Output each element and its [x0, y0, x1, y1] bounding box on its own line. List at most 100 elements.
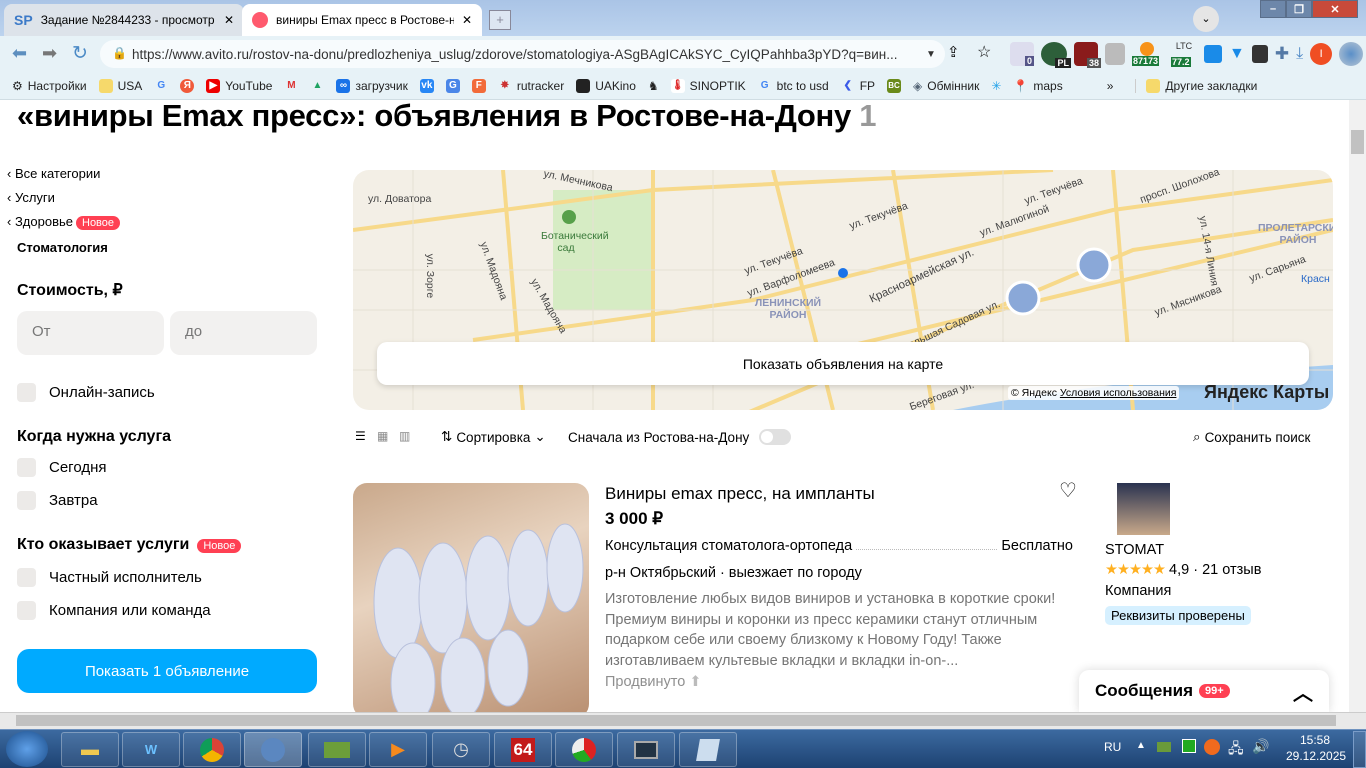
local-first-toggle[interactable]: Сначала из Ростова-на-Дону: [568, 429, 792, 445]
listing-title[interactable]: Виниры emax пресс, на импланты: [605, 484, 875, 504]
online-booking-checkbox[interactable]: Онлайн-запись: [17, 383, 155, 402]
tray-board-icon[interactable]: [1157, 742, 1171, 752]
other-bookmarks[interactable]: Другие закладки: [1135, 78, 1257, 93]
tab-task[interactable]: SP Задание №2844233 - просмотр з ✕: [4, 4, 244, 36]
profile-avatar[interactable]: I: [1310, 43, 1333, 65]
bookmark-bc[interactable]: BC: [887, 78, 902, 93]
address-bar[interactable]: 🔒 https://www.avito.ru/rostov-na-donu/pr…: [100, 40, 945, 68]
sort-dropdown[interactable]: ⇅ Сортировка ⌄: [441, 429, 546, 445]
taskbar-media[interactable]: ▶: [369, 732, 427, 767]
checkbox[interactable]: [17, 601, 36, 620]
show-results-button[interactable]: Показать 1 объявление: [17, 649, 317, 693]
taskbar-green-app[interactable]: [308, 732, 366, 767]
favorite-heart-icon[interactable]: ♡: [1059, 478, 1077, 503]
save-search-button[interactable]: ⌕ Сохранить поиск: [1193, 429, 1310, 445]
taskbar-chart-app[interactable]: [555, 732, 613, 767]
checkbox[interactable]: [17, 458, 36, 477]
show-on-map-button[interactable]: Показать объявления на карте: [377, 342, 1309, 385]
crumb-health[interactable]: ‹ Здоровье Новое: [7, 214, 121, 230]
seller-name[interactable]: STOMAT: [1105, 542, 1164, 558]
minimize-button[interactable]: –: [1260, 0, 1286, 18]
bookmark-btc-usd[interactable]: Gbtc to usd: [758, 79, 829, 93]
btc-extension-icon[interactable]: 87173: [1132, 42, 1164, 66]
bookmark-maps[interactable]: 📍 maps: [1013, 79, 1062, 93]
bookmark-loader[interactable]: ∞ загрузчик: [336, 78, 408, 93]
taskbar-globe[interactable]: [244, 732, 302, 767]
seller-avatar[interactable]: [1117, 483, 1170, 535]
start-button[interactable]: [6, 731, 48, 767]
ublock-extension-icon[interactable]: 38: [1074, 42, 1101, 68]
bookmark-gmail[interactable]: M: [284, 79, 298, 93]
checkbox[interactable]: [17, 568, 36, 587]
menu-gear-icon[interactable]: [1339, 42, 1364, 66]
downloads-icon[interactable]: ⤓: [1296, 45, 1303, 63]
company-checkbox[interactable]: Компания или команда: [17, 601, 211, 620]
taskbar-clock[interactable]: ◷: [432, 732, 490, 767]
bookmark-f[interactable]: F: [471, 78, 486, 93]
bookmark-usa[interactable]: USA: [98, 78, 142, 93]
new-tab-button[interactable]: +: [489, 10, 511, 30]
tab-search-button[interactable]: ⌄: [1193, 6, 1219, 32]
bookmark-youtube[interactable]: ▶ YouTube: [206, 78, 272, 93]
taskbar-explorer[interactable]: ▬: [61, 732, 119, 767]
map-marker[interactable]: [1005, 280, 1041, 316]
tomorrow-checkbox[interactable]: Завтра: [17, 491, 98, 510]
show-desktop-button[interactable]: [1353, 731, 1366, 768]
dropdown-icon[interactable]: ▼: [926, 49, 936, 60]
checkbox[interactable]: [17, 383, 36, 402]
language-indicator[interactable]: RU: [1104, 740, 1121, 754]
bookmark-translate[interactable]: G: [445, 78, 460, 93]
bookmark-star-icon[interactable]: ☆: [977, 42, 991, 62]
share-icon[interactable]: ⇪: [947, 43, 960, 61]
reload-icon[interactable]: ↻: [72, 42, 88, 65]
taskbar-monitor[interactable]: [617, 732, 675, 767]
taskbar-notepad[interactable]: [679, 732, 737, 767]
today-checkbox[interactable]: Сегодня: [17, 458, 107, 477]
bookmark-settings[interactable]: ⚙ Настройки: [12, 79, 87, 93]
bookmark-star[interactable]: ✳: [991, 79, 1001, 93]
taskbar-wise[interactable]: W: [122, 732, 180, 767]
clock-date[interactable]: 29.12.2025: [1286, 749, 1346, 763]
crumb-all-categories[interactable]: ‹ Все категории: [7, 166, 100, 181]
bookmark-exchanger[interactable]: ◈ Обмінник: [913, 79, 979, 93]
checkbox[interactable]: [17, 491, 36, 510]
close-tab-icon[interactable]: ✕: [224, 13, 234, 27]
bookmark-yandex[interactable]: Я: [180, 78, 195, 93]
volume-icon[interactable]: 🔊: [1252, 738, 1269, 755]
bookmark-google[interactable]: G: [154, 79, 168, 93]
bookmark-vk[interactable]: vk: [419, 78, 434, 93]
taskbar-aida64[interactable]: 64: [494, 732, 552, 767]
extensions-puzzle-icon[interactable]: ✚: [1275, 44, 1289, 64]
private-checkbox[interactable]: Частный исполнитель: [17, 568, 202, 587]
bookmark-fp[interactable]: ❮ FP: [841, 79, 876, 93]
back-icon[interactable]: ⬅: [12, 43, 27, 64]
map-view-icon[interactable]: ▥: [399, 429, 410, 443]
grid-view-icon[interactable]: ▦: [377, 429, 388, 443]
list-view-icon[interactable]: ☰: [355, 429, 366, 443]
close-tab-icon[interactable]: ✕: [462, 13, 472, 27]
url-text[interactable]: https://www.avito.ru/rostov-na-donu/pred…: [132, 47, 922, 62]
dark-extension-icon[interactable]: [1251, 45, 1268, 63]
tray-expand-icon[interactable]: ▲: [1136, 740, 1146, 751]
bookmark-rutracker[interactable]: ✸ rutracker: [498, 79, 565, 93]
weather-extension-icon[interactable]: 0: [1010, 42, 1034, 66]
bookmark-chess[interactable]: ♞: [648, 79, 659, 93]
clipboard-extension-icon[interactable]: [1105, 43, 1125, 65]
map-marker[interactable]: [1076, 247, 1112, 283]
tray-avast-icon[interactable]: [1204, 739, 1220, 755]
maximize-button[interactable]: ❐: [1286, 0, 1312, 18]
forward-icon[interactable]: ➡: [42, 43, 57, 64]
price-to-input[interactable]: до: [170, 311, 317, 355]
ltc-extension-icon[interactable]: LTC 77.2: [1171, 41, 1197, 67]
horizontal-scrollbar[interactable]: [0, 712, 1366, 729]
price-from-input[interactable]: От: [17, 311, 164, 355]
vertical-scrollbar[interactable]: [1349, 100, 1366, 712]
diamond-extension-icon[interactable]: ▼: [1229, 45, 1245, 63]
clock-time[interactable]: 15:58: [1300, 733, 1330, 747]
tab-avito[interactable]: виниры Emax пресс в Ростове-на ✕: [242, 4, 482, 36]
vpn-extension-icon[interactable]: PL: [1041, 42, 1071, 68]
bookmark-drive[interactable]: ▲: [310, 79, 324, 93]
close-window-button[interactable]: ✕: [1312, 0, 1358, 18]
messages-panel[interactable]: Сообщения 99+ ︿: [1079, 670, 1329, 712]
taskbar-chrome[interactable]: [183, 732, 241, 767]
